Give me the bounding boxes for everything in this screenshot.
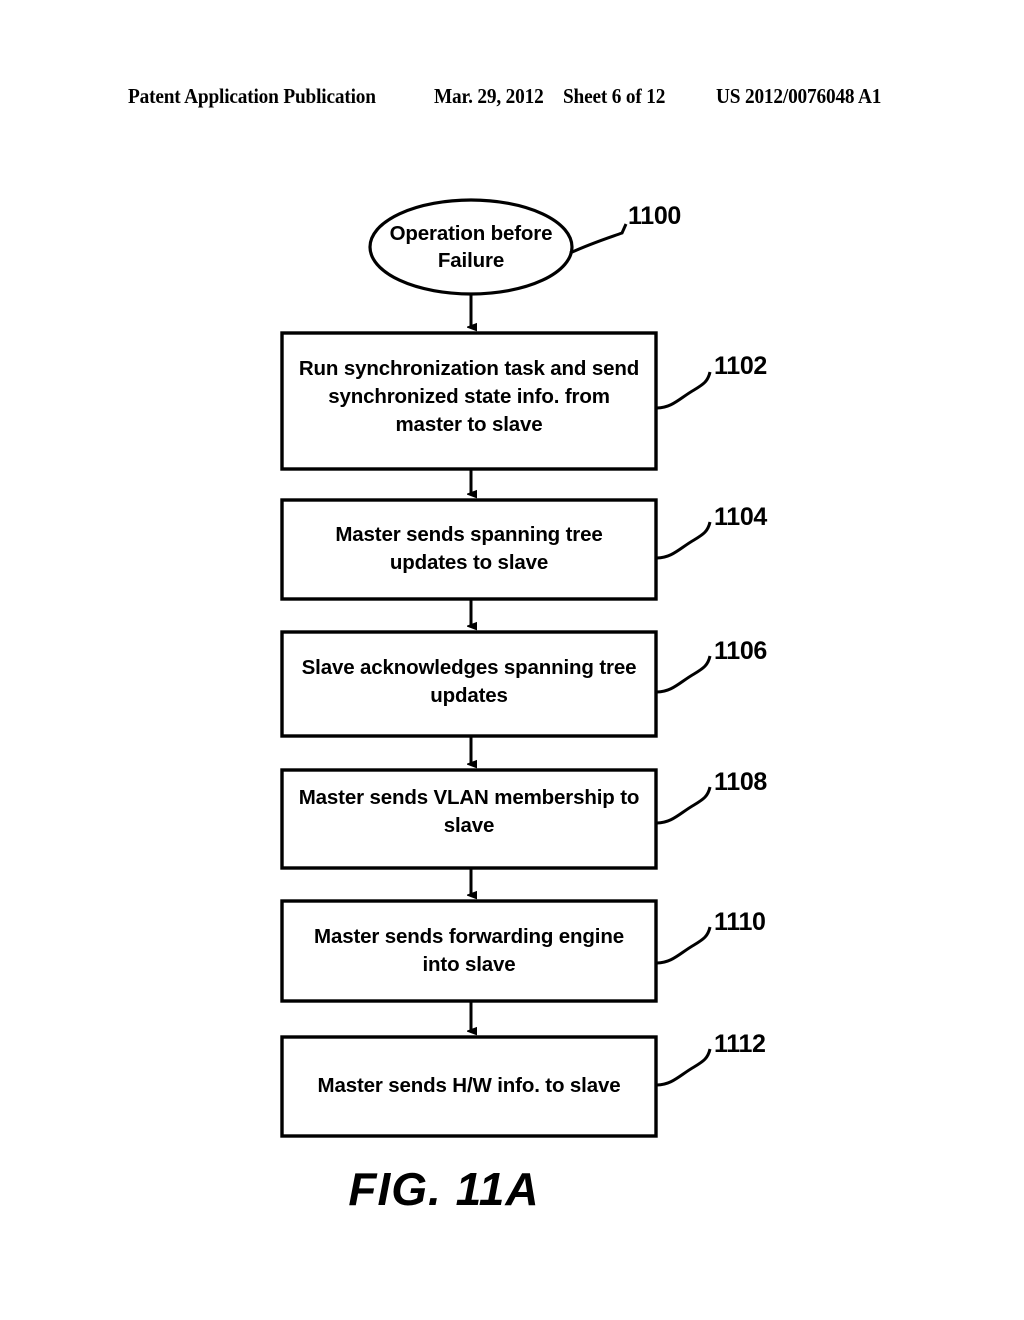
flowchart-drawing — [280, 198, 712, 1138]
leader-line-1104 — [656, 521, 712, 560]
process-box-1110 — [280, 899, 658, 1003]
ref-numeral-1112: 1112 — [714, 1030, 766, 1058]
ref-numeral-1100: 1100 — [628, 202, 682, 230]
leader-line-1102 — [656, 371, 712, 410]
leader-line-1106 — [656, 655, 712, 694]
figure-caption: FIG. 11A — [348, 1163, 540, 1215]
terminator-label: Operation before Failure — [371, 201, 571, 293]
leader-line-1112 — [656, 1048, 712, 1087]
flowchart-figure: Operation before Failure Run synchroniza… — [0, 0, 1024, 1320]
ref-numeral-1102: 1102 — [714, 352, 768, 380]
process-box-1112 — [280, 1035, 658, 1138]
process-box-1108 — [280, 768, 658, 870]
process-box-1104 — [280, 498, 658, 601]
leader-line-1108 — [656, 786, 712, 825]
ref-numeral-1110: 1110 — [714, 908, 766, 936]
ref-numeral-1104: 1104 — [714, 503, 768, 531]
process-box-1102 — [280, 331, 658, 471]
leader-line-1110 — [656, 926, 712, 965]
process-box-1106 — [280, 630, 658, 738]
terminator-line-1: Operation before — [389, 222, 553, 245]
leader-line-1100 — [569, 223, 628, 255]
ref-numeral-1106: 1106 — [714, 637, 768, 665]
ref-numeral-1108: 1108 — [714, 768, 768, 796]
terminator-line-2: Failure — [437, 249, 505, 272]
